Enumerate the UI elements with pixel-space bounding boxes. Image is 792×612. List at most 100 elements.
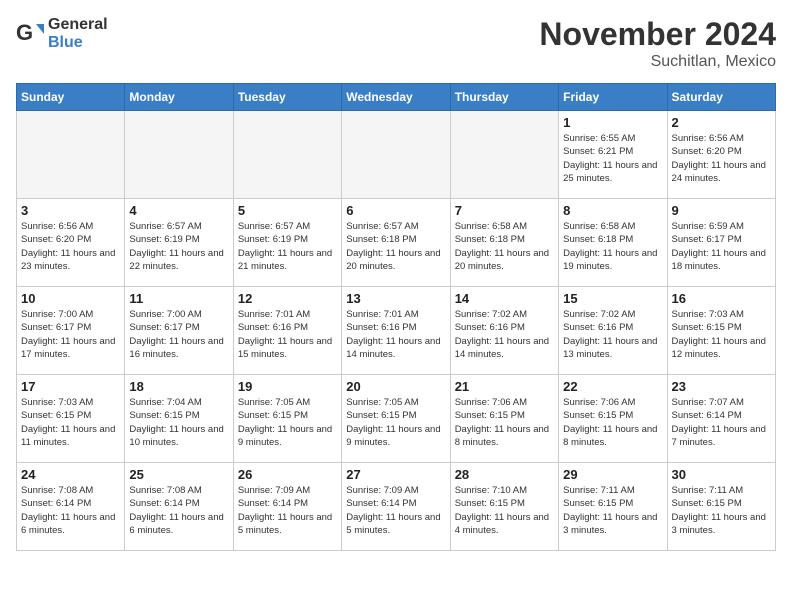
day-number: 14 bbox=[455, 291, 554, 306]
day-info: Sunrise: 7:11 AMSunset: 6:15 PMDaylight:… bbox=[672, 484, 771, 537]
calendar-cell bbox=[450, 111, 558, 199]
day-info: Sunrise: 7:08 AMSunset: 6:14 PMDaylight:… bbox=[129, 484, 228, 537]
calendar-table: SundayMondayTuesdayWednesdayThursdayFrid… bbox=[16, 83, 776, 551]
calendar-cell: 10 Sunrise: 7:00 AMSunset: 6:17 PMDayligh… bbox=[17, 287, 125, 375]
day-info: Sunrise: 6:55 AMSunset: 6:21 PMDaylight:… bbox=[563, 132, 662, 185]
day-number: 11 bbox=[129, 291, 228, 306]
calendar-cell: 11 Sunrise: 7:00 AMSunset: 6:17 PMDayligh… bbox=[125, 287, 233, 375]
day-info: Sunrise: 7:11 AMSunset: 6:15 PMDaylight:… bbox=[563, 484, 662, 537]
day-info: Sunrise: 7:03 AMSunset: 6:15 PMDaylight:… bbox=[21, 396, 120, 449]
logo-text: General Blue bbox=[48, 16, 108, 51]
calendar-cell: 23Sunrise: 7:07 AMSunset: 6:14 PMDayligh… bbox=[667, 375, 775, 463]
calendar-week-2: 3Sunrise: 6:56 AMSunset: 6:20 PMDaylight… bbox=[17, 199, 776, 287]
calendar-cell: 9 Sunrise: 6:59 AMSunset: 6:17 PMDaylight… bbox=[667, 199, 775, 287]
calendar-cell: 26 Sunrise: 7:09 AMSunset: 6:14 PMDayligh… bbox=[233, 463, 341, 551]
day-number: 2 bbox=[672, 115, 771, 130]
header-day-saturday: Saturday bbox=[667, 84, 775, 111]
day-info: Sunrise: 7:01 AMSunset: 6:16 PMDaylight:… bbox=[346, 308, 445, 361]
title-section: November 2024 Suchitlan, Mexico bbox=[539, 16, 776, 71]
calendar-body: 1 Sunrise: 6:55 AMSunset: 6:21 PMDaylight… bbox=[17, 111, 776, 551]
calendar-cell: 30Sunrise: 7:11 AMSunset: 6:15 PMDayligh… bbox=[667, 463, 775, 551]
logo-icon: G bbox=[16, 20, 44, 48]
day-number: 25 bbox=[129, 467, 228, 482]
header-row: SundayMondayTuesdayWednesdayThursdayFrid… bbox=[17, 84, 776, 111]
day-info: Sunrise: 7:09 AMSunset: 6:14 PMDaylight:… bbox=[346, 484, 445, 537]
day-info: Sunrise: 6:57 AMSunset: 6:19 PMDaylight:… bbox=[238, 220, 337, 273]
day-number: 24 bbox=[21, 467, 120, 482]
day-number: 7 bbox=[455, 203, 554, 218]
day-number: 10 bbox=[21, 291, 120, 306]
calendar-cell: 7 Sunrise: 6:58 AMSunset: 6:18 PMDaylight… bbox=[450, 199, 558, 287]
day-info: Sunrise: 6:57 AMSunset: 6:18 PMDaylight:… bbox=[346, 220, 445, 273]
day-number: 12 bbox=[238, 291, 337, 306]
day-info: Sunrise: 7:00 AMSunset: 6:17 PMDaylight:… bbox=[21, 308, 120, 361]
calendar-cell: 6 Sunrise: 6:57 AMSunset: 6:18 PMDaylight… bbox=[342, 199, 450, 287]
day-info: Sunrise: 7:01 AMSunset: 6:16 PMDaylight:… bbox=[238, 308, 337, 361]
calendar-cell bbox=[342, 111, 450, 199]
calendar-cell: 19 Sunrise: 7:05 AMSunset: 6:15 PMDayligh… bbox=[233, 375, 341, 463]
calendar-week-1: 1 Sunrise: 6:55 AMSunset: 6:21 PMDaylight… bbox=[17, 111, 776, 199]
calendar-week-3: 10 Sunrise: 7:00 AMSunset: 6:17 PMDayligh… bbox=[17, 287, 776, 375]
day-number: 1 bbox=[563, 115, 662, 130]
day-number: 17 bbox=[21, 379, 120, 394]
header-day-sunday: Sunday bbox=[17, 84, 125, 111]
calendar-cell bbox=[125, 111, 233, 199]
calendar-cell: 2 Sunrise: 6:56 AMSunset: 6:20 PMDaylight… bbox=[667, 111, 775, 199]
day-number: 5 bbox=[238, 203, 337, 218]
calendar-cell: 29Sunrise: 7:11 AMSunset: 6:15 PMDayligh… bbox=[559, 463, 667, 551]
calendar-cell: 14 Sunrise: 7:02 AMSunset: 6:16 PMDayligh… bbox=[450, 287, 558, 375]
day-number: 23 bbox=[672, 379, 771, 394]
day-number: 9 bbox=[672, 203, 771, 218]
calendar-cell: 22Sunrise: 7:06 AMSunset: 6:15 PMDayligh… bbox=[559, 375, 667, 463]
day-info: Sunrise: 7:08 AMSunset: 6:14 PMDaylight:… bbox=[21, 484, 120, 537]
day-number: 15 bbox=[563, 291, 662, 306]
day-number: 4 bbox=[129, 203, 228, 218]
day-info: Sunrise: 6:58 AMSunset: 6:18 PMDaylight:… bbox=[455, 220, 554, 273]
day-number: 18 bbox=[129, 379, 228, 394]
calendar-cell: 24 Sunrise: 7:08 AMSunset: 6:14 PMDayligh… bbox=[17, 463, 125, 551]
day-number: 8 bbox=[563, 203, 662, 218]
day-number: 19 bbox=[238, 379, 337, 394]
calendar-cell: 25 Sunrise: 7:08 AMSunset: 6:14 PMDayligh… bbox=[125, 463, 233, 551]
header-day-wednesday: Wednesday bbox=[342, 84, 450, 111]
day-info: Sunrise: 7:00 AMSunset: 6:17 PMDaylight:… bbox=[129, 308, 228, 361]
day-info: Sunrise: 6:57 AMSunset: 6:19 PMDaylight:… bbox=[129, 220, 228, 273]
calendar-cell: 15 Sunrise: 7:02 AMSunset: 6:16 PMDayligh… bbox=[559, 287, 667, 375]
logo: G General Blue bbox=[16, 16, 108, 51]
calendar-cell: 28Sunrise: 7:10 AMSunset: 6:15 PMDayligh… bbox=[450, 463, 558, 551]
calendar-week-4: 17 Sunrise: 7:03 AMSunset: 6:15 PMDayligh… bbox=[17, 375, 776, 463]
calendar-cell: 3Sunrise: 6:56 AMSunset: 6:20 PMDaylight… bbox=[17, 199, 125, 287]
calendar-cell: 17 Sunrise: 7:03 AMSunset: 6:15 PMDayligh… bbox=[17, 375, 125, 463]
day-info: Sunrise: 7:03 AMSunset: 6:15 PMDaylight:… bbox=[672, 308, 771, 361]
day-number: 21 bbox=[455, 379, 554, 394]
day-number: 16 bbox=[672, 291, 771, 306]
day-info: Sunrise: 7:05 AMSunset: 6:15 PMDaylight:… bbox=[238, 396, 337, 449]
calendar-cell: 20Sunrise: 7:05 AMSunset: 6:15 PMDayligh… bbox=[342, 375, 450, 463]
location: Suchitlan, Mexico bbox=[539, 53, 776, 71]
day-info: Sunrise: 7:04 AMSunset: 6:15 PMDaylight:… bbox=[129, 396, 228, 449]
calendar-cell: 21Sunrise: 7:06 AMSunset: 6:15 PMDayligh… bbox=[450, 375, 558, 463]
day-number: 20 bbox=[346, 379, 445, 394]
header-day-friday: Friday bbox=[559, 84, 667, 111]
day-info: Sunrise: 7:10 AMSunset: 6:15 PMDaylight:… bbox=[455, 484, 554, 537]
day-info: Sunrise: 7:02 AMSunset: 6:16 PMDaylight:… bbox=[455, 308, 554, 361]
svg-text:G: G bbox=[16, 20, 33, 45]
day-info: Sunrise: 7:02 AMSunset: 6:16 PMDaylight:… bbox=[563, 308, 662, 361]
day-number: 13 bbox=[346, 291, 445, 306]
calendar-cell bbox=[233, 111, 341, 199]
day-info: Sunrise: 6:59 AMSunset: 6:17 PMDaylight:… bbox=[672, 220, 771, 273]
header-day-monday: Monday bbox=[125, 84, 233, 111]
calendar-cell bbox=[17, 111, 125, 199]
day-info: Sunrise: 7:09 AMSunset: 6:14 PMDaylight:… bbox=[238, 484, 337, 537]
calendar-cell: 1 Sunrise: 6:55 AMSunset: 6:21 PMDaylight… bbox=[559, 111, 667, 199]
calendar-header: SundayMondayTuesdayWednesdayThursdayFrid… bbox=[17, 84, 776, 111]
calendar-cell: 18 Sunrise: 7:04 AMSunset: 6:15 PMDayligh… bbox=[125, 375, 233, 463]
day-info: Sunrise: 6:56 AMSunset: 6:20 PMDaylight:… bbox=[21, 220, 120, 273]
day-number: 26 bbox=[238, 467, 337, 482]
day-info: Sunrise: 7:06 AMSunset: 6:15 PMDaylight:… bbox=[563, 396, 662, 449]
calendar-week-5: 24 Sunrise: 7:08 AMSunset: 6:14 PMDayligh… bbox=[17, 463, 776, 551]
day-info: Sunrise: 6:56 AMSunset: 6:20 PMDaylight:… bbox=[672, 132, 771, 185]
day-info: Sunrise: 6:58 AMSunset: 6:18 PMDaylight:… bbox=[563, 220, 662, 273]
day-number: 6 bbox=[346, 203, 445, 218]
logo-blue: Blue bbox=[48, 34, 108, 52]
